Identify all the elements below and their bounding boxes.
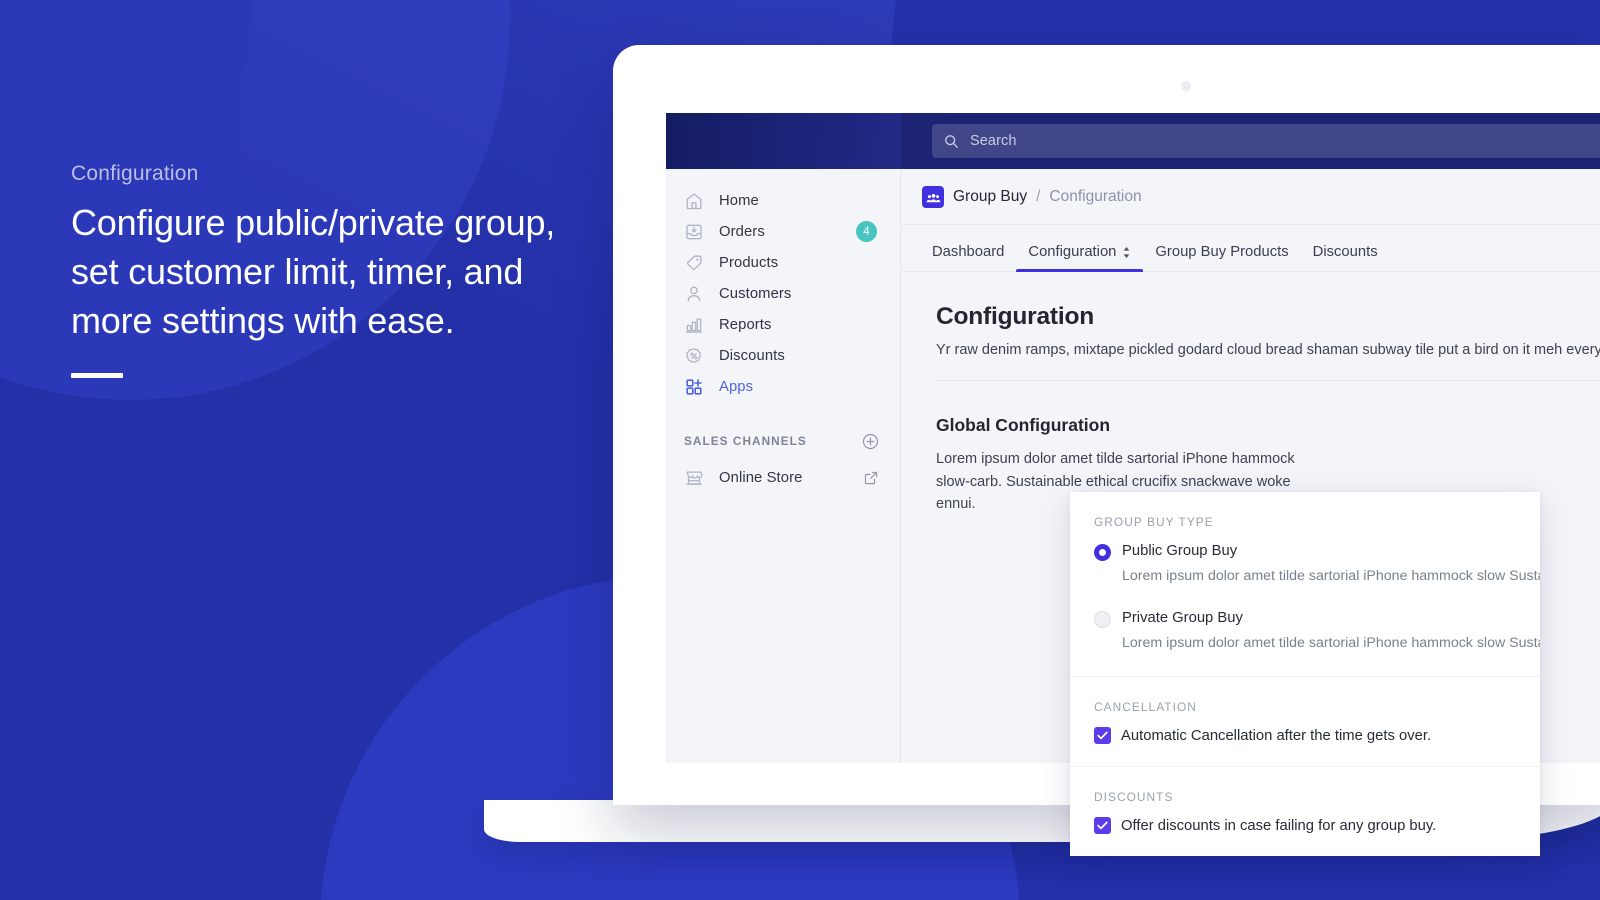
hero-underline-rule [71,373,123,378]
radio-option-public-group-buy[interactable]: Public Group Buy Lorem ipsum dolor amet … [1094,542,1540,587]
radio-unselected-icon[interactable] [1094,611,1111,628]
checkbox-checked-icon[interactable] [1094,817,1111,834]
plus-circle-icon[interactable] [862,433,879,450]
breadcrumb-separator: / [1036,187,1041,205]
page-title: Configuration [936,303,1094,330]
sort-updown-icon [1124,246,1130,258]
sidebar-item-orders[interactable]: Orders 4 [666,216,900,247]
tab-label: Group Buy Products [1155,244,1289,260]
checkbox-row-offer-discounts[interactable]: Offer discounts in case failing for any … [1094,817,1516,834]
search-icon [945,134,959,148]
group-buy-logo-icon [922,185,944,208]
section-divider [936,380,1600,381]
app-topbar: Search [666,113,1600,169]
sidebar-item-apps[interactable]: Apps [666,371,900,402]
content-area: Configuration Yr raw denim ramps, mixtap… [901,272,1600,516]
sidebar-item-label: Discounts [719,347,785,364]
sidebar-item-label: Orders [719,223,765,240]
orders-count-badge: 4 [856,221,877,242]
global-configuration-title: Global Configuration [936,415,1111,435]
sales-channels-title: SALES CHANNELS [684,434,807,448]
check-glyph [1097,731,1108,740]
orders-inbox-icon [686,224,702,239]
sidebar-item-home[interactable]: Home [666,185,900,216]
sidebar-item-online-store[interactable]: Online Store [666,462,900,493]
sidebar-item-label: Online Store [719,469,803,486]
radio-description: Lorem ipsum dolor amet tilde sartorial i… [1122,568,1540,584]
settings-card: GROUP BUY TYPE Public Group Buy Lorem ip… [1070,492,1540,856]
sales-channels-header: SALES CHANNELS [666,429,900,453]
sidebar: Home Orders 4 Products Customers Reports… [666,169,901,763]
cancellation-kicker: CANCELLATION [1094,700,1197,714]
search-input[interactable]: Search [932,124,1600,158]
sidebar-item-customers[interactable]: Customers [666,278,900,309]
tab-label: Configuration [1028,244,1117,260]
checkbox-row-automatic-cancellation[interactable]: Automatic Cancellation after the time ge… [1094,727,1516,744]
sidebar-item-products[interactable]: Products [666,247,900,278]
radio-label: Public Group Buy [1122,543,1238,559]
radio-selected-icon[interactable] [1094,544,1111,561]
discount-badge-icon [686,347,702,363]
storefront-icon [685,470,703,485]
breadcrumb: Group Buy / Configuration [901,169,1600,225]
external-link-icon[interactable] [863,470,879,486]
tab-bar: Dashboard Configuration Group Buy Produc… [901,225,1600,272]
breadcrumb-current-page: Configuration [1049,187,1142,205]
apps-grid-plus-icon [686,378,702,395]
radio-label: Private Group Buy [1122,610,1243,626]
sidebar-item-label: Reports [719,316,772,333]
topbar-brand-slot [666,113,901,169]
sidebar-item-reports[interactable]: Reports [666,309,900,340]
check-glyph [1097,821,1108,830]
cancellation-section: CANCELLATION Automatic Cancellation afte… [1070,676,1540,766]
page-subtitle: Yr raw denim ramps, mixtape pickled goda… [936,342,1600,358]
breadcrumb-app-name[interactable]: Group Buy [953,188,1027,206]
tab-group-buy-products[interactable]: Group Buy Products [1143,244,1300,271]
checkbox-checked-icon[interactable] [1094,727,1111,744]
discounts-section: DISCOUNTS Offer discounts in case failin… [1070,766,1540,856]
group-people-glyph [926,193,940,203]
laptop-camera-dot [1181,81,1191,91]
sidebar-item-label: Products [719,254,779,271]
search-placeholder: Search [970,133,1017,149]
person-icon [687,286,701,301]
radio-option-private-group-buy[interactable]: Private Group Buy Lorem ipsum dolor amet… [1094,609,1540,654]
tab-configuration[interactable]: Configuration [1016,244,1144,272]
sidebar-item-discounts[interactable]: Discounts [666,340,900,371]
tab-discounts[interactable]: Discounts [1301,244,1390,271]
sidebar-item-label: Home [719,192,759,209]
tab-dashboard[interactable]: Dashboard [920,244,1016,271]
promo-slide: Configuration Configure public/private g… [0,0,1600,900]
group-buy-type-kicker: GROUP BUY TYPE [1094,515,1214,529]
bar-chart-icon [685,318,703,333]
checkbox-label: Offer discounts in case failing for any … [1121,817,1437,834]
hero-eyebrow: Configuration [71,162,199,185]
home-icon [686,192,702,209]
sidebar-item-label: Apps [719,378,754,395]
tab-label: Dashboard [932,244,1005,260]
discounts-kicker: DISCOUNTS [1094,790,1174,804]
tag-icon [686,255,702,270]
radio-description: Lorem ipsum dolor amet tilde sartorial i… [1122,635,1540,651]
checkbox-label: Automatic Cancellation after the time ge… [1121,727,1432,744]
group-buy-type-section: GROUP BUY TYPE Public Group Buy Lorem ip… [1070,492,1540,676]
hero-headline: Configure public/private group, set cust… [71,202,556,341]
sidebar-item-label: Customers [719,285,792,302]
hero-copy: Configuration Configure public/private g… [71,162,591,378]
tab-label: Discounts [1312,244,1378,260]
